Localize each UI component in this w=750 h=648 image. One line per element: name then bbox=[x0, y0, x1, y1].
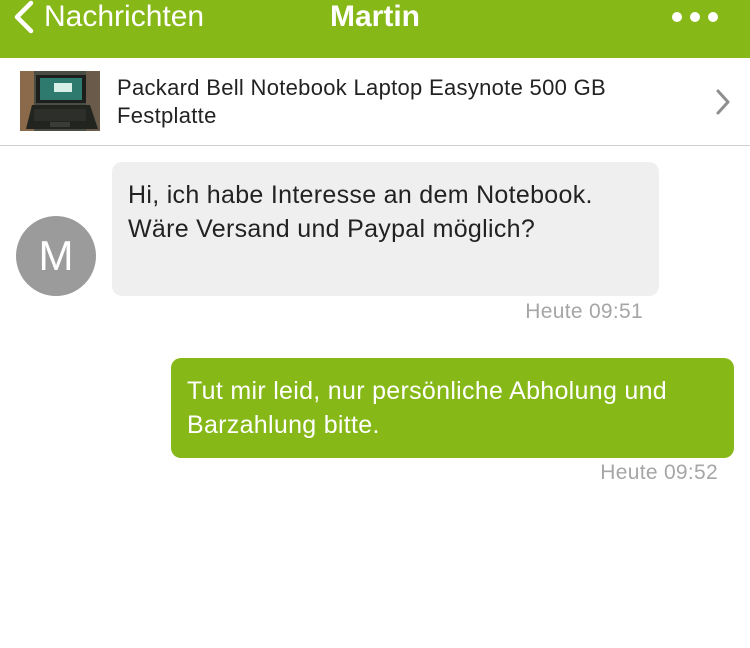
message-timestamp: Heute 09:52 bbox=[600, 461, 718, 484]
product-title: Packard Bell Notebook Laptop Easynote 50… bbox=[117, 75, 606, 128]
chevron-left-icon bbox=[14, 0, 34, 34]
dot bbox=[708, 12, 718, 22]
avatar[interactable]: M bbox=[16, 216, 96, 296]
top-navigation-bar: Nachrichten Martin bbox=[0, 0, 750, 58]
incoming-message-bubble[interactable]: Hi, ich habe Interesse an dem Notebook. … bbox=[112, 162, 659, 296]
message-text: Hi, ich habe Interesse an dem Notebook. … bbox=[128, 181, 593, 243]
message-timestamp: Heute 09:51 bbox=[525, 300, 643, 323]
message-text: Tut mir leid, nur persönliche Abholung u… bbox=[187, 377, 668, 439]
dot bbox=[672, 12, 682, 22]
chat-screen: Nachrichten Martin Packard Bell Notebook… bbox=[0, 0, 750, 648]
back-button-label: Nachrichten bbox=[44, 0, 205, 33]
more-dots-icon[interactable] bbox=[672, 0, 718, 34]
chevron-right-icon bbox=[716, 89, 730, 120]
dot bbox=[690, 12, 700, 22]
back-button[interactable]: Nachrichten bbox=[14, 0, 204, 34]
outgoing-message-bubble[interactable]: Tut mir leid, nur persönliche Abholung u… bbox=[171, 358, 734, 458]
product-listing-row[interactable]: Packard Bell Notebook Laptop Easynote 50… bbox=[0, 58, 750, 146]
product-thumbnail bbox=[20, 71, 100, 131]
